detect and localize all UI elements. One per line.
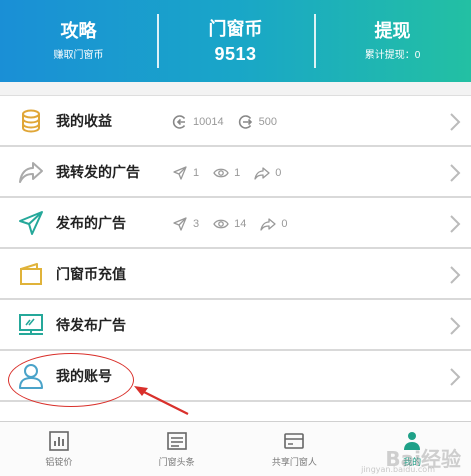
stat-value: 10014 (193, 115, 224, 128)
chevron-right-icon (450, 215, 461, 233)
coins-title: 门窗币 (208, 19, 263, 39)
strategy-subtitle: 赚取门窗币 (53, 50, 104, 61)
presentation-board-icon (19, 314, 43, 335)
chevron-right-icon (450, 317, 461, 335)
paper-plane-icon (19, 211, 43, 235)
chevron-right-icon (450, 113, 461, 131)
stat-expense: 500 (238, 114, 277, 130)
menu-item-label: 门窗币充值 (56, 266, 126, 282)
menu-item-forwarded-ads[interactable]: 我转发的广告 1 1 0 (0, 147, 471, 198)
nav-aluminum-price[interactable]: 铝锭价 (0, 422, 118, 476)
nav-news[interactable]: 门窗头条 (118, 422, 236, 476)
stat-value: 1 (234, 166, 241, 179)
menu-item-label: 我转发的广告 (56, 164, 140, 180)
menu-item-label: 发布的广告 (56, 215, 126, 231)
annotation-ellipse (8, 353, 134, 407)
news-icon (166, 432, 187, 450)
nav-label: 铝锭价 (45, 457, 73, 467)
expense-icon (238, 114, 252, 129)
chevron-right-icon (450, 164, 461, 182)
stat-value: 14 (234, 217, 247, 230)
published-stats: 3 14 0 (172, 198, 302, 249)
coins-value: 9513 (214, 44, 257, 64)
stat-sent: 1 (172, 165, 199, 181)
forwarded-stats: 1 1 0 (172, 147, 295, 198)
menu-item-recharge[interactable]: 门窗币充值 (0, 249, 471, 300)
menu-item-pending-ads[interactable]: 待发布广告 (0, 300, 471, 351)
stat-shares: 0 (260, 216, 288, 232)
share-icon (254, 166, 270, 180)
eye-icon (213, 168, 229, 177)
coins-stack-icon (22, 109, 40, 133)
menu-item-earnings[interactable]: 我的收益 10014 500 (0, 96, 471, 147)
send-icon (173, 165, 187, 180)
eye-icon (213, 219, 229, 228)
stat-value: 1 (193, 166, 200, 179)
menu-item-label: 待发布广告 (56, 317, 126, 333)
menu-item-published-ads[interactable]: 发布的广告 3 14 0 (0, 198, 471, 249)
withdraw-block[interactable]: 提现 累计提现：0 (314, 0, 471, 82)
coins-block[interactable]: 门窗币 9513 (157, 0, 314, 82)
stat-value: 0 (281, 217, 288, 230)
stat-income: 10014 (172, 114, 224, 130)
stat-shares: 0 (254, 165, 281, 181)
stat-views: 1 (213, 165, 240, 181)
strategy-block[interactable]: 攻略 赚取门窗币 (0, 0, 157, 82)
stat-value: 3 (193, 217, 200, 230)
stat-sent: 3 (172, 216, 199, 232)
send-icon (173, 216, 187, 231)
bar-chart-icon (49, 431, 69, 451)
nav-shared-people[interactable]: 共享门窗人 (236, 422, 354, 476)
wallet-icon (20, 263, 42, 285)
withdraw-title: 提现 (374, 21, 411, 41)
earnings-stats: 10014 500 (172, 96, 291, 147)
nav-label: 门窗头条 (158, 457, 195, 467)
annotation-arrow-icon (134, 386, 189, 415)
header-banner: 攻略 赚取门窗币 门窗币 9513 提现 累计提现：0 (0, 0, 471, 82)
strategy-title: 攻略 (60, 21, 97, 41)
stat-views: 14 (213, 216, 246, 232)
chevron-right-icon (450, 368, 461, 386)
watermark-url: jingyan.baidu.com (361, 465, 435, 474)
section-gap (0, 82, 471, 96)
share-icon (260, 217, 277, 231)
nav-label: 共享门窗人 (271, 457, 317, 467)
menu-item-label: 我的收益 (56, 113, 112, 129)
card-icon (284, 433, 305, 449)
withdraw-subtitle: 累计提现：0 (364, 50, 421, 61)
chevron-right-icon (450, 266, 461, 284)
stat-value: 0 (275, 166, 282, 179)
bottom-nav: 铝锭价 门窗头条 共享门窗人 我的 Bai经验 jingyan.baidu.co… (0, 421, 471, 476)
stat-value: 500 (258, 115, 277, 128)
income-icon (172, 114, 186, 129)
forward-share-icon (19, 162, 43, 183)
